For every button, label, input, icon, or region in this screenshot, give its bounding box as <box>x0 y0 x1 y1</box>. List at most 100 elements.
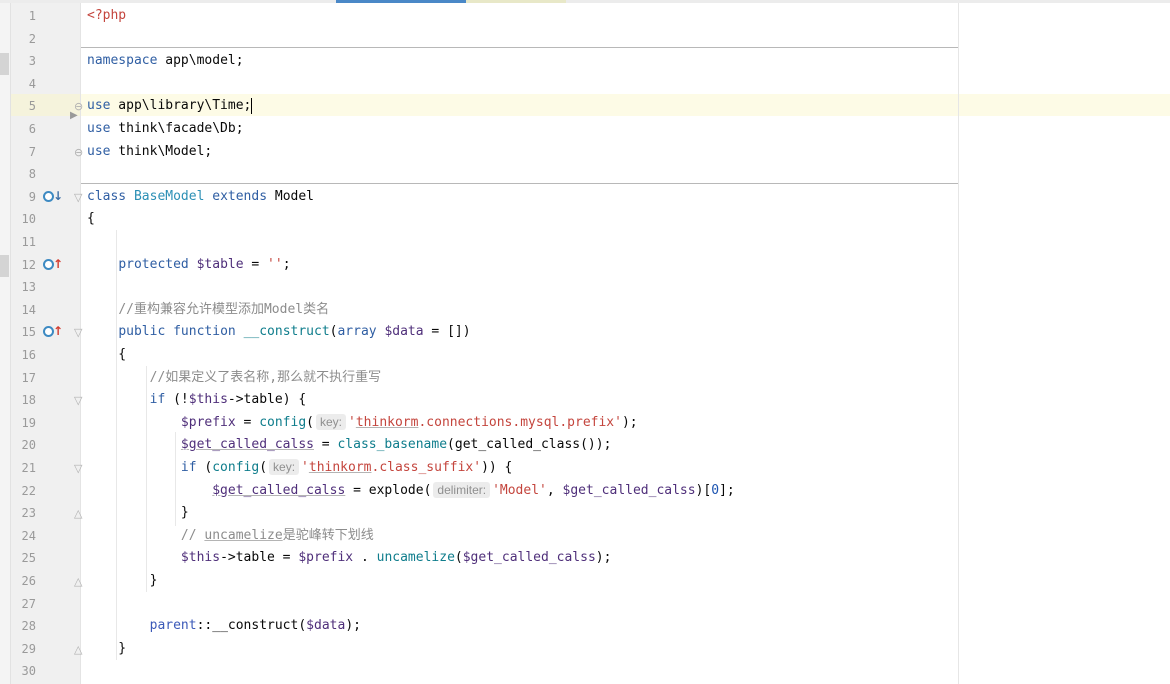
code-line[interactable]: 12 protected $table = ''; <box>0 254 1170 276</box>
fold-toggle-icon[interactable]: ▽ <box>74 192 82 203</box>
line-number[interactable]: 2 <box>10 28 36 50</box>
code-token: use <box>87 98 111 114</box>
code-line[interactable]: 10 { <box>0 208 1170 230</box>
code-text[interactable]: //重构兼容允许模型添加Model类名 <box>87 299 329 321</box>
line-number[interactable]: 16 <box>10 344 36 366</box>
line-number[interactable]: 9 <box>10 186 36 208</box>
marker-arrow-icon[interactable]: ↓ <box>53 190 63 202</box>
code-line[interactable]: 21 if (config(key:'thinkorm.class_suffix… <box>0 457 1170 479</box>
marker-arrow-icon[interactable]: ↑ <box>53 325 63 337</box>
fold-toggle-icon[interactable]: △ <box>74 508 82 519</box>
code-line[interactable]: 15 public function __construct(array $da… <box>0 321 1170 343</box>
code-text[interactable]: { <box>87 208 95 230</box>
line-number[interactable]: 1 <box>10 5 36 27</box>
line-number[interactable]: 30 <box>10 660 36 682</box>
code-text[interactable]: use think\facade\Db; <box>87 118 244 140</box>
code-line[interactable]: 29 } <box>0 638 1170 660</box>
line-number[interactable]: 3 <box>10 50 36 72</box>
line-number[interactable]: 10 <box>10 208 36 230</box>
code-line[interactable]: 27 <box>0 593 1170 615</box>
code-line[interactable]: 26 } <box>0 570 1170 592</box>
line-number[interactable]: 5 <box>10 95 36 117</box>
line-number[interactable]: 11 <box>10 231 36 253</box>
code-text[interactable]: if (!$this->table) { <box>87 389 307 411</box>
code-line[interactable]: 23 } <box>0 502 1170 524</box>
code-token: $table <box>196 256 244 272</box>
line-number[interactable]: 23 <box>10 502 36 524</box>
code-line[interactable]: 2 <box>0 28 1170 50</box>
line-number[interactable]: 15 <box>10 321 36 343</box>
code-line[interactable]: 1 <?php <box>0 5 1170 27</box>
line-number[interactable]: 24 <box>10 525 36 547</box>
line-number[interactable]: 21 <box>10 457 36 479</box>
line-number[interactable]: 8 <box>10 163 36 185</box>
code-text[interactable]: if (config(key:'thinkorm.class_suffix'))… <box>87 457 512 479</box>
code-line[interactable]: 19 $prefix = config(key:'thinkorm.connec… <box>0 412 1170 434</box>
line-number[interactable]: 4 <box>10 73 36 95</box>
code-line[interactable]: 16 { <box>0 344 1170 366</box>
code-line[interactable]: 22 $get_called_calss = explode(delimiter… <box>0 480 1170 502</box>
code-line[interactable]: 13 <box>0 276 1170 298</box>
code-text[interactable]: } <box>87 570 158 592</box>
code-text[interactable]: public function __construct(array $data … <box>87 321 470 343</box>
code-token: Model <box>274 188 315 204</box>
code-text[interactable]: use think\Model; <box>87 141 212 163</box>
code-text[interactable]: namespace app\model; <box>87 50 244 72</box>
line-number[interactable]: 13 <box>10 276 36 298</box>
code-line[interactable]: 6 use think\facade\Db; <box>0 118 1170 140</box>
code-line[interactable]: 5 use app\library\Time; <box>0 95 1170 117</box>
code-text[interactable]: // uncamelize是驼峰转下划线 <box>87 525 374 547</box>
code-text[interactable]: parent::__construct($data); <box>87 615 361 637</box>
fold-toggle-icon[interactable]: ⊖ <box>74 147 83 158</box>
code-line[interactable]: 24 // uncamelize是驼峰转下划线 <box>0 525 1170 547</box>
code-line[interactable]: 20 $get_called_calss = class_basename(ge… <box>0 434 1170 456</box>
line-number[interactable]: 26 <box>10 570 36 592</box>
code-text[interactable]: $get_called_calss = class_basename(get_c… <box>87 434 612 456</box>
line-number[interactable]: 14 <box>10 299 36 321</box>
code-text[interactable]: //如果定义了表名称,那么就不执行重写 <box>87 367 381 389</box>
code-line[interactable]: 30 <box>0 660 1170 682</box>
code-token: if <box>149 392 174 408</box>
code-text[interactable]: protected $table = ''; <box>87 254 290 276</box>
line-number[interactable]: 19 <box>10 412 36 434</box>
line-number[interactable]: 29 <box>10 638 36 660</box>
code-text[interactable]: $prefix = config(key:'thinkorm.connectio… <box>87 412 638 434</box>
code-text[interactable]: class BaseModel extends Model <box>87 186 314 208</box>
code-line[interactable]: 25 $this->table = $prefix . uncamelize($… <box>0 547 1170 569</box>
code-text[interactable]: use app\library\Time; <box>87 95 253 117</box>
line-number[interactable]: 17 <box>10 367 36 389</box>
line-number[interactable]: 25 <box>10 547 36 569</box>
code-text[interactable]: <?php <box>87 5 126 27</box>
code-text[interactable]: $this->table = $prefix . uncamelize($get… <box>87 547 612 569</box>
fold-toggle-icon[interactable]: △ <box>74 644 82 655</box>
code-line[interactable]: 28 parent::__construct($data); <box>0 615 1170 637</box>
fold-toggle-icon[interactable]: ⊖ <box>74 101 83 112</box>
code-text[interactable]: $get_called_calss = explode(delimiter: 'M… <box>87 480 735 502</box>
code-line[interactable]: 3 namespace app\model; <box>0 50 1170 72</box>
fold-toggle-icon[interactable]: ▽ <box>74 395 82 406</box>
line-number[interactable]: 12 <box>10 254 36 276</box>
line-number[interactable]: 27 <box>10 593 36 615</box>
line-number[interactable]: 22 <box>10 480 36 502</box>
code-line[interactable]: 18 if (!$this->table) { <box>0 389 1170 411</box>
code-line[interactable]: 8 <box>0 163 1170 185</box>
line-number[interactable]: 20 <box>10 434 36 456</box>
fold-toggle-icon[interactable]: ▽ <box>74 463 82 474</box>
line-number[interactable]: 7 <box>10 141 36 163</box>
code-text[interactable]: } <box>87 638 126 660</box>
fold-toggle-icon[interactable]: ▽ <box>74 327 82 338</box>
code-line[interactable]: 7 use think\Model; <box>0 141 1170 163</box>
code-line[interactable]: 14 //重构兼容允许模型添加Model类名 <box>0 299 1170 321</box>
line-number[interactable]: 6 <box>10 118 36 140</box>
code-line[interactable]: 9 class BaseModel extends Model <box>0 186 1170 208</box>
code-text[interactable]: { <box>87 344 126 366</box>
marker-arrow-icon[interactable]: ↑ <box>53 258 63 270</box>
fold-toggle-icon[interactable]: △ <box>74 576 82 587</box>
code-line[interactable]: 11 <box>0 231 1170 253</box>
code-line[interactable]: 17 //如果定义了表名称,那么就不执行重写 <box>0 367 1170 389</box>
code-line[interactable]: 4 <box>0 73 1170 95</box>
line-number[interactable]: 18 <box>10 389 36 411</box>
code-text[interactable]: } <box>87 502 189 524</box>
line-number[interactable]: 28 <box>10 615 36 637</box>
